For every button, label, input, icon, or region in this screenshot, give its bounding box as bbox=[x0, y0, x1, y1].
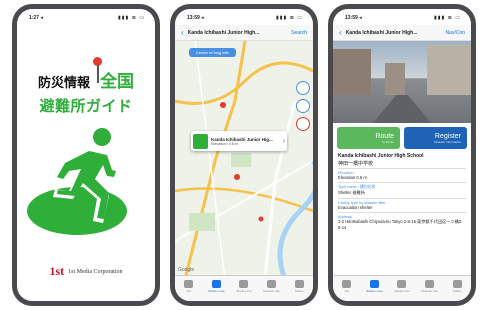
detail-row: Facility type by disaster filter Evacuat… bbox=[338, 198, 466, 212]
shelter-filter-icon[interactable] bbox=[296, 99, 310, 113]
company-name: 1st Media Corporation bbox=[68, 268, 123, 275]
shelter-details: Kanda Ichibashi Junior High School 神田一橋中… bbox=[333, 153, 471, 232]
status-bar: 13:59 ◂ ▮▮▮ ≋ ▭ bbox=[333, 9, 471, 25]
phone-map: 13:59 ◂ ▮▮▮ ≋ ▭ ‹ Kanda Ichibashi Junior… bbox=[170, 4, 318, 306]
detail-row: Type name / 種別名称 Shelter 避難所 bbox=[338, 182, 466, 198]
shelter-icon bbox=[193, 133, 208, 149]
phone-splash: 1:27 ◂ ▮▮▮ ≋ ▭ 防災情報 全国 避難所ガイド 1st 1st Med… bbox=[12, 4, 160, 306]
rss-icon bbox=[267, 280, 277, 288]
splash-screen: 1:27 ◂ ▮▮▮ ≋ ▭ 防災情報 全国 避難所ガイド 1st 1st Med… bbox=[17, 9, 155, 301]
shelter-callout[interactable]: Kanda Ichibashi Junior Hig... Elevation:… bbox=[191, 131, 287, 151]
callout-title: Kanda Ichibashi Junior Hig... bbox=[211, 136, 273, 142]
row-value: 1-2 Hitotsubashi Chiyoda-ku Tokyo 2-8-16… bbox=[338, 219, 463, 230]
map-icon bbox=[211, 280, 221, 288]
alert-icon[interactable] bbox=[296, 117, 310, 131]
map-roads bbox=[175, 41, 313, 275]
company-logo: 1st 1st Media Corporation bbox=[17, 264, 155, 279]
status-bar: 1:27 ◂ ▮▮▮ ≋ ▭ bbox=[17, 9, 155, 25]
nav-title: Kanda Ichibashi Junior High... bbox=[187, 29, 260, 36]
map-view[interactable]: Center of long info Kanda Ichibashi Juni… bbox=[175, 41, 313, 275]
map-filter-chip[interactable]: Center of long info bbox=[189, 48, 236, 57]
tab-shelter-map[interactable]: Shelter map bbox=[204, 280, 228, 293]
twitter-icon bbox=[294, 280, 304, 288]
chevron-right-icon: › bbox=[282, 137, 285, 145]
running-person-icon bbox=[27, 128, 127, 235]
street-view-image[interactable] bbox=[333, 41, 471, 123]
row-value: Evacuation shelter bbox=[338, 205, 373, 210]
app-title-line2: 避難所ガイド bbox=[39, 98, 133, 115]
register-button[interactable]: Register Disaster information bbox=[404, 127, 467, 149]
building bbox=[385, 63, 405, 95]
home-icon bbox=[342, 280, 352, 288]
tab-bar: Top Shelter map Shelter info Disaster in… bbox=[175, 275, 313, 301]
row-value: Shelter 避難所 bbox=[338, 190, 365, 195]
tab-top[interactable]: Top bbox=[177, 280, 201, 293]
shelter-name-en: Kanda Ichibashi Junior High School bbox=[338, 153, 424, 159]
nav-title: Kanda Ichibashi Junior High... bbox=[345, 29, 418, 36]
home-icon bbox=[184, 280, 194, 288]
tab-twitter[interactable]: Twitter bbox=[445, 280, 469, 293]
status-time: 13:59 ◂ bbox=[187, 15, 204, 21]
status-time: 13:59 ◂ bbox=[345, 15, 362, 21]
rss-icon bbox=[425, 280, 435, 288]
road bbox=[373, 95, 431, 123]
back-chevron-icon[interactable]: ‹ bbox=[181, 28, 184, 37]
tab-disaster-info[interactable]: Disaster info bbox=[418, 280, 442, 293]
building bbox=[427, 45, 471, 95]
status-time: 1:27 ◂ bbox=[29, 15, 43, 21]
nav-bar: ‹ Kanda Ichibashi Junior High... Search bbox=[175, 25, 313, 41]
map-screen: 13:59 ◂ ▮▮▮ ≋ ▭ ‹ Kanda Ichibashi Junior… bbox=[175, 9, 313, 301]
google-logo: Google bbox=[178, 267, 195, 273]
phone-detail: 13:59 ◂ ▮▮▮ ≋ ▭ ‹ Kanda Ichibashi Junior… bbox=[328, 4, 476, 306]
nav-bar: ‹ Kanda Ichibashi Junior High... Nav/Con bbox=[333, 25, 471, 41]
tab-shelter-info[interactable]: Shelter info bbox=[390, 280, 414, 293]
detail-row: Elevation Elevation 0.6 m bbox=[338, 168, 466, 182]
callout-subtitle: Elevation: 0.6 m bbox=[211, 141, 239, 146]
tab-shelter-info[interactable]: Shelter info bbox=[232, 280, 256, 293]
back-chevron-icon[interactable]: ‹ bbox=[339, 28, 342, 37]
app-title-prefix: 防災情報 bbox=[37, 75, 90, 90]
map-icon bbox=[369, 280, 379, 288]
location-icon[interactable] bbox=[296, 81, 310, 95]
twitter-icon bbox=[452, 280, 462, 288]
logo-mark: 1st bbox=[49, 264, 65, 278]
status-icons: ▮▮▮ ≋ ▭ bbox=[118, 15, 145, 21]
detail-row: Address 1-2 Hitotsubashi Chiyoda-ku Toky… bbox=[338, 212, 466, 232]
action-buttons: Route by Route Register Disaster informa… bbox=[337, 127, 467, 149]
info-icon bbox=[239, 280, 249, 288]
status-icons: ▮▮▮ ≋ ▭ bbox=[434, 15, 461, 21]
route-button[interactable]: Route by Route bbox=[337, 127, 400, 149]
building bbox=[333, 49, 371, 95]
register-sub: Disaster information bbox=[434, 139, 461, 144]
tab-top[interactable]: Top bbox=[335, 280, 359, 293]
register-label: Register bbox=[434, 132, 461, 140]
tab-twitter[interactable]: Twitter bbox=[287, 280, 311, 293]
nav-action-button[interactable]: Nav/Con bbox=[446, 30, 465, 36]
shelter-name-ja: 神田一橋中学校 bbox=[338, 161, 374, 167]
status-icons: ▮▮▮ ≋ ▭ bbox=[276, 15, 303, 21]
search-button[interactable]: Search bbox=[291, 30, 307, 36]
detail-screen: 13:59 ◂ ▮▮▮ ≋ ▭ ‹ Kanda Ichibashi Junior… bbox=[333, 9, 471, 301]
tab-bar: Top Shelter map Shelter info Disaster in… bbox=[333, 275, 471, 301]
route-label: Route bbox=[375, 132, 394, 140]
tab-disaster-info[interactable]: Disaster info bbox=[260, 280, 284, 293]
status-bar: 13:59 ◂ ▮▮▮ ≋ ▭ bbox=[175, 9, 313, 25]
route-sub: by Route bbox=[381, 139, 394, 144]
tab-shelter-map[interactable]: Shelter map bbox=[362, 280, 386, 293]
app-title-green: 全国 bbox=[100, 72, 134, 91]
row-value: Elevation 0.6 m bbox=[338, 175, 367, 180]
info-icon bbox=[397, 280, 407, 288]
app-title-line1: 防災情報 全国 bbox=[17, 67, 155, 92]
